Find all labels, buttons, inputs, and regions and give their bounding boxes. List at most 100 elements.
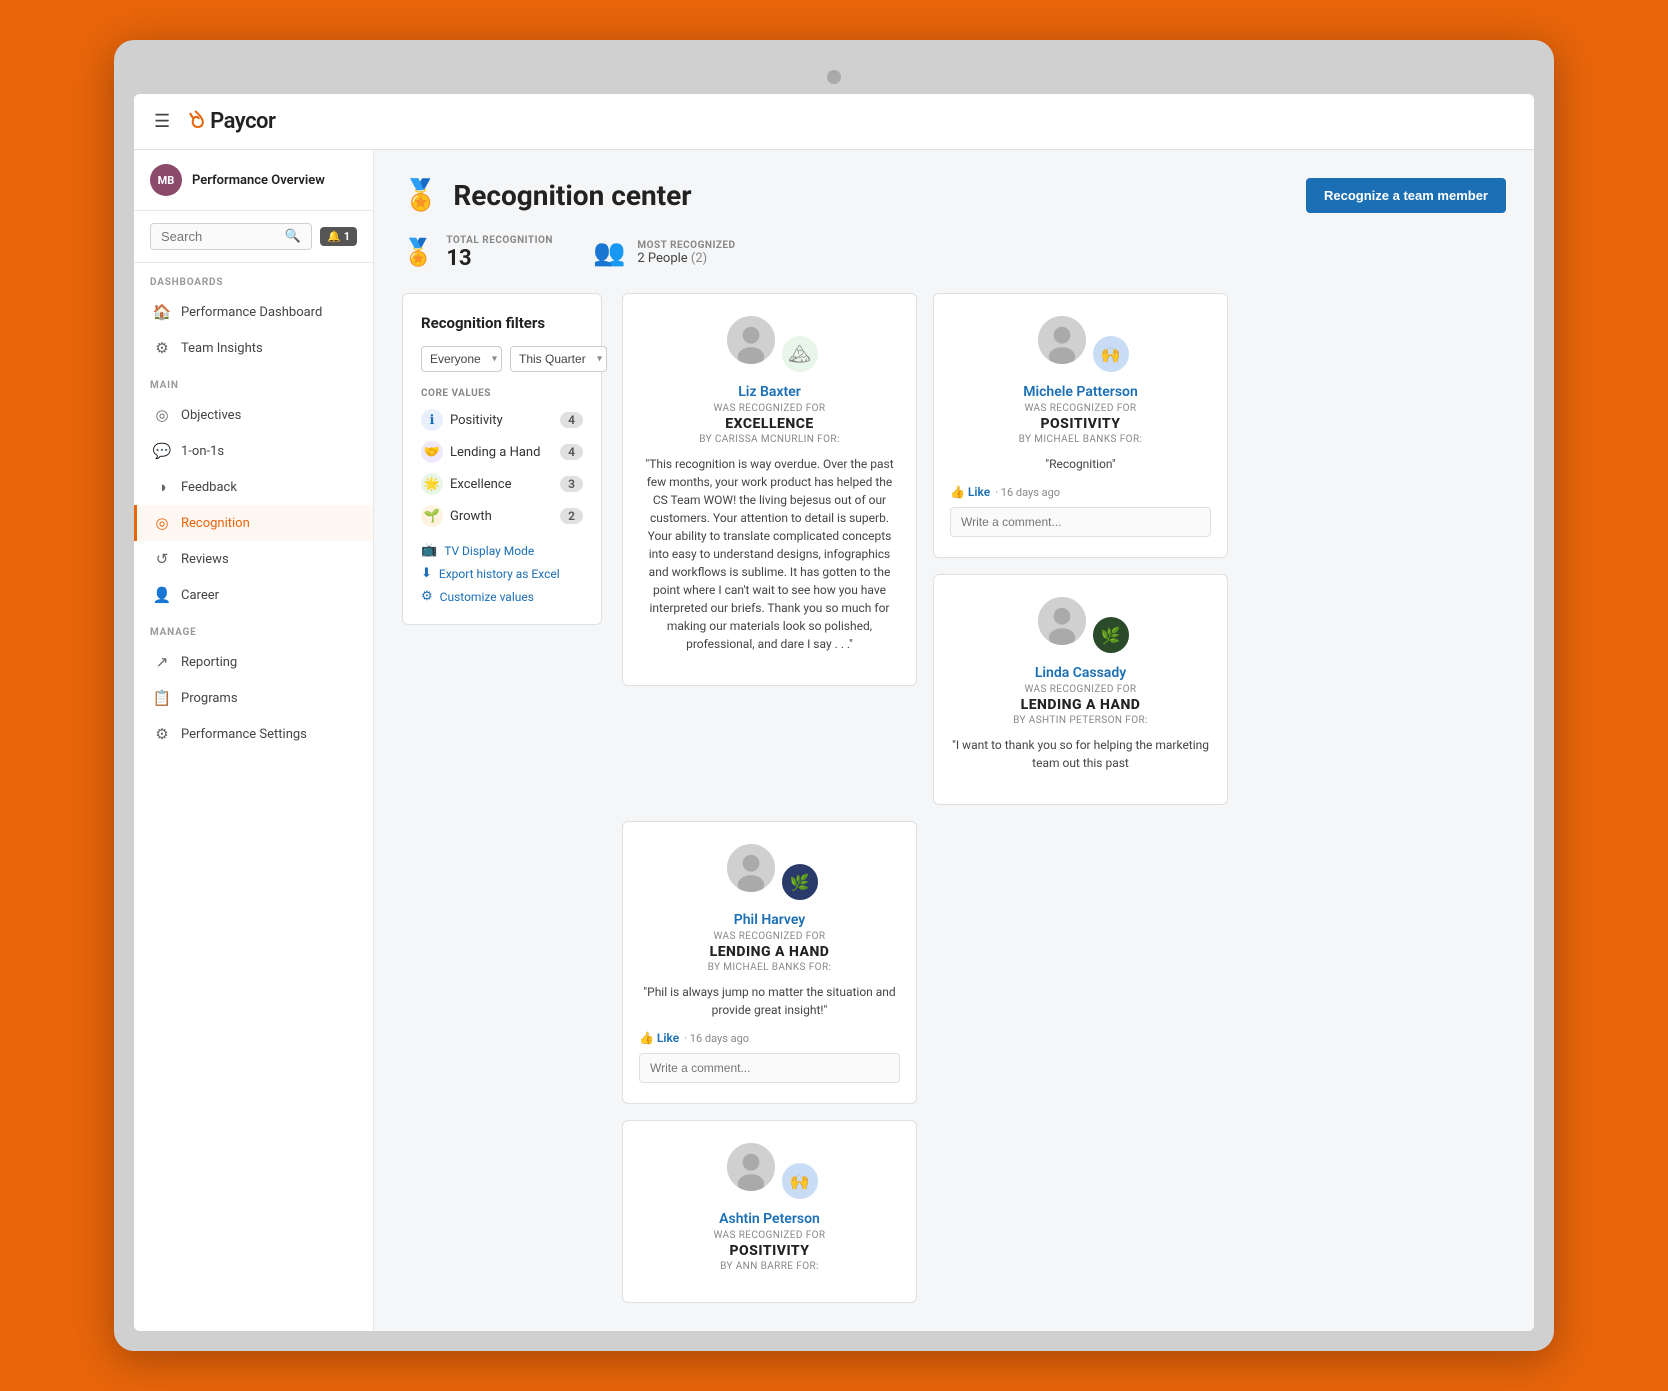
was-recognized-label: WAS RECOGNIZED FOR [639, 931, 900, 942]
sidebar-item-feedback[interactable]: ◑ Feedback [134, 469, 373, 505]
recognition-card-michele-patterson: 🙌 Michele Patterson WAS RECOGNIZED FOR P… [933, 293, 1228, 558]
excellence-icon: 🌟 [421, 473, 443, 495]
sidebar-item-performance-settings[interactable]: ⚙ Performance Settings [134, 716, 373, 752]
sidebar-item-programs[interactable]: 📋 Programs [134, 680, 373, 716]
sidebar-item-label: Programs [181, 691, 357, 706]
recognition-quote: "Phil is always jump no matter the situa… [639, 983, 900, 1019]
export-excel-link[interactable]: ⬇ Export history as Excel [421, 566, 583, 581]
total-recognition-stat: 🏅 TOTAL RECOGNITION 13 [402, 235, 553, 271]
everyone-select[interactable]: Everyone [421, 346, 502, 372]
comment-input[interactable] [950, 507, 1211, 537]
search-box[interactable]: 🔍 [150, 223, 312, 250]
sidebar-item-recognition[interactable]: ◎ Recognition [134, 505, 373, 541]
recognized-by: BY MICHAEL BANKS FOR: [950, 434, 1211, 445]
core-value-excellence[interactable]: 🌟 Excellence 3 [421, 473, 583, 495]
gear-icon: ⚙ [153, 339, 171, 357]
home-icon: 🏠 [153, 303, 171, 321]
filter-dropdowns: Everyone This Quarter [421, 346, 583, 372]
sidebar-item-label: Career [181, 588, 357, 603]
laptop-frame: ☰ Paycor MB Perfor [114, 40, 1554, 1351]
filters-panel: Recognition filters Everyone This Quarte… [402, 293, 602, 625]
recognition-card-ashtin-peterson: 🙌 Ashtin Peterson WAS RECOGNIZED FOR POS… [622, 1120, 917, 1303]
total-recognition-label: TOTAL RECOGNITION [446, 235, 553, 246]
recipient-avatar [725, 842, 777, 894]
card-avatars: 🙌 [639, 1141, 900, 1201]
badge-avatar: 🙌 [1091, 334, 1131, 374]
tv-icon: 📺 [421, 543, 437, 558]
recognition-card-liz-baxter: 🏔 Liz Baxter WAS RECOGNIZED FOR EXCELLEN… [622, 293, 917, 686]
recognize-team-member-button[interactable]: Recognize a team member [1306, 178, 1506, 213]
like-time: · 16 days ago [995, 486, 1060, 499]
sidebar-search-area: 🔍 🔔 1 [134, 211, 373, 263]
core-values-label: CORE VALUES [421, 388, 583, 399]
recipient-name: Liz Baxter [639, 384, 900, 400]
most-recognized-icon: 👥 [593, 238, 625, 268]
filter-links: 📺 TV Display Mode ⬇ Export history as Ex… [421, 543, 583, 604]
content-area: 🏅 Recognition center Recognize a team me… [374, 150, 1534, 1331]
cards-column-3: 🌿 Phil Harvey WAS RECOGNIZED FOR LENDING… [622, 821, 917, 1303]
recognition-quote: "Recognition" [950, 455, 1211, 473]
recipient-avatar [1036, 595, 1088, 647]
everyone-select-wrapper: Everyone [421, 346, 502, 372]
customize-values-link[interactable]: ⚙ Customize values [421, 589, 583, 604]
objectives-icon: ◎ [153, 406, 171, 424]
card-avatars: 🌿 [639, 842, 900, 902]
recognition-cards: 🏔 Liz Baxter WAS RECOGNIZED FOR EXCELLEN… [622, 293, 1506, 1303]
sidebar-item-team-insights[interactable]: ⚙ Team Insights [134, 330, 373, 366]
comment-input[interactable] [639, 1053, 900, 1083]
recognized-by: BY ASHTIN PETERSON FOR: [950, 715, 1211, 726]
recipient-avatar [725, 1141, 777, 1193]
was-recognized-label: WAS RECOGNIZED FOR [950, 684, 1211, 695]
recipient-name: Phil Harvey [639, 912, 900, 928]
core-value-count: 4 [560, 412, 583, 428]
card-avatars: 🏔 [639, 314, 900, 374]
sidebar-item-performance-dashboard[interactable]: 🏠 Performance Dashboard [134, 294, 373, 330]
sidebar-item-label: Reporting [181, 655, 357, 670]
quarter-select-wrapper: This Quarter [510, 346, 607, 372]
search-input[interactable] [161, 229, 285, 244]
quarter-select[interactable]: This Quarter [510, 346, 607, 372]
filters-title: Recognition filters [421, 314, 583, 332]
core-value-count: 3 [560, 476, 583, 492]
reviews-icon: ↺ [153, 550, 171, 568]
badge-avatar: 🙌 [780, 1161, 820, 1201]
recipient-name: Ashtin Peterson [639, 1211, 900, 1227]
sidebar-item-reviews[interactable]: ↺ Reviews [134, 541, 373, 577]
core-value-positivity[interactable]: ℹ Positivity 4 [421, 409, 583, 431]
card-avatars: 🌿 [950, 595, 1211, 655]
core-value-label: LENDING A HAND [950, 697, 1211, 713]
sidebar-item-career[interactable]: 👤 Career [134, 577, 373, 613]
manage-section-label: MANAGE [134, 613, 373, 644]
1on1-icon: 💬 [153, 442, 171, 460]
positivity-icon: ℹ [421, 409, 443, 431]
core-value-growth[interactable]: 🌱 Growth 2 [421, 505, 583, 527]
lending-icon: 🤝 [421, 441, 443, 463]
sidebar-item-label: Recognition [181, 516, 357, 531]
page-title-row: 🏅 Recognition center [402, 178, 692, 213]
core-value-lending[interactable]: 🤝 Lending a Hand 4 [421, 441, 583, 463]
laptop-camera [827, 70, 841, 84]
most-recognized-label: MOST RECOGNIZED [637, 240, 735, 251]
export-icon: ⬇ [421, 566, 432, 581]
topbar: ☰ Paycor [134, 94, 1534, 150]
hamburger-icon[interactable]: ☰ [154, 111, 170, 132]
main-section-label: MAIN [134, 366, 373, 397]
most-recognized-stat: 👥 MOST RECOGNIZED 2 People (2) [593, 235, 736, 271]
recognition-quote: "This recognition is way overdue. Over t… [639, 455, 900, 653]
recognition-card-linda-cassady: 🌿 Linda Cassady WAS RECOGNIZED FOR LENDI… [933, 574, 1228, 805]
paycor-logo-text: Paycor [210, 109, 275, 134]
search-icon: 🔍 [285, 229, 301, 244]
main-layout: MB Performance Overview 🔍 🔔 1 [134, 150, 1534, 1331]
like-button[interactable]: 👍 Like [950, 485, 990, 499]
core-value-name: Lending a Hand [450, 445, 540, 460]
sidebar-item-reporting[interactable]: ↗ Reporting [134, 644, 373, 680]
notification-badge[interactable]: 🔔 1 [320, 227, 357, 246]
sidebar-item-label: 1-on-1s [181, 444, 357, 459]
sidebar-item-1on1s[interactable]: 💬 1-on-1s [134, 433, 373, 469]
badge-avatar: 🌿 [1091, 615, 1131, 655]
core-value-count: 4 [560, 444, 583, 460]
recognition-card-phil-harvey: 🌿 Phil Harvey WAS RECOGNIZED FOR LENDING… [622, 821, 917, 1104]
sidebar-item-objectives[interactable]: ◎ Objectives [134, 397, 373, 433]
dashboards-section-label: DASHBOARDS [134, 263, 373, 294]
tv-display-link[interactable]: 📺 TV Display Mode [421, 543, 583, 558]
